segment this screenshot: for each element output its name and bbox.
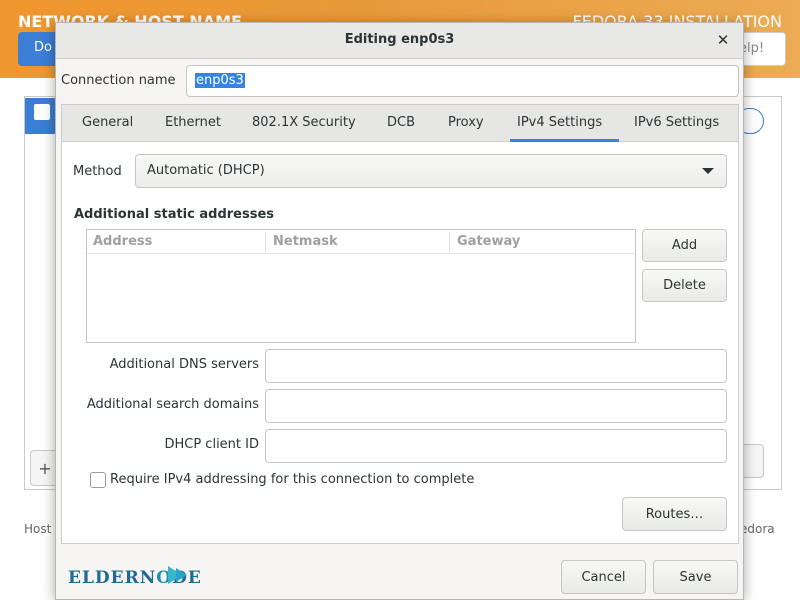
method-dropdown[interactable]: Automatic (DHCP) — [135, 154, 727, 188]
connection-name-input[interactable]: enp0s3 — [186, 65, 739, 97]
method-value: Automatic (DHCP) — [147, 163, 265, 178]
tab-ipv4-settings[interactable]: IPv4 Settings — [517, 115, 602, 130]
edit-connection-dialog: Editing enp0s3 ✕ Connection name enp0s3 … — [55, 22, 744, 600]
tab-general[interactable]: General — [82, 115, 133, 130]
static-addresses-heading: Additional static addresses — [74, 207, 275, 222]
save-button[interactable]: Save — [653, 560, 738, 594]
dialog-titlebar: Editing enp0s3 ✕ — [56, 23, 743, 59]
column-gateway[interactable]: Gateway — [457, 234, 520, 249]
column-netmask[interactable]: Netmask — [273, 234, 338, 249]
tab-ipv6-settings[interactable]: IPv6 Settings — [634, 115, 719, 130]
dialog-title: Editing enp0s3 — [344, 32, 455, 47]
ethernet-icon — [34, 104, 50, 120]
tab-ethernet[interactable]: Ethernet — [165, 115, 221, 130]
hostname-label: Host — [24, 522, 52, 536]
require-ipv4-label[interactable]: Require IPv4 addressing for this connect… — [110, 472, 474, 487]
require-ipv4-checkbox[interactable] — [90, 472, 106, 488]
tab-802-1x-security[interactable]: 802.1X Security — [252, 115, 356, 130]
tab-proxy[interactable]: Proxy — [448, 115, 484, 130]
delete-address-button[interactable]: Delete — [642, 269, 727, 302]
current-hostname-text: edora — [740, 522, 775, 536]
settings-tab-bar: General Ethernet 802.1X Security DCB Pro… — [61, 104, 739, 142]
static-addresses-table[interactable]: Address Netmask Gateway — [86, 229, 636, 343]
chevron-down-icon — [702, 168, 714, 174]
column-divider — [449, 232, 450, 252]
column-address[interactable]: Address — [93, 234, 152, 249]
tab-dcb[interactable]: DCB — [387, 115, 415, 130]
method-label: Method — [73, 164, 122, 179]
close-icon[interactable]: ✕ — [713, 30, 733, 50]
search-domains-label: Additional search domains — [86, 397, 259, 412]
dns-servers-label: Additional DNS servers — [109, 357, 259, 372]
dns-servers-input[interactable] — [265, 349, 727, 383]
cancel-button[interactable]: Cancel — [561, 560, 646, 594]
add-address-button[interactable]: Add — [642, 229, 727, 262]
device-details-panel — [742, 96, 782, 490]
dhcp-client-id-label: DHCP client ID — [164, 437, 259, 452]
table-header: Address Netmask Gateway — [87, 230, 635, 254]
routes-button[interactable]: Routes… — [622, 497, 727, 531]
connection-name-value: enp0s3 — [195, 73, 245, 88]
column-divider — [265, 232, 266, 252]
dhcp-client-id-input[interactable] — [265, 429, 727, 463]
connection-name-label: Connection name — [61, 73, 176, 88]
search-domains-input[interactable] — [265, 389, 727, 423]
logo-arrow-icon — [176, 568, 187, 582]
